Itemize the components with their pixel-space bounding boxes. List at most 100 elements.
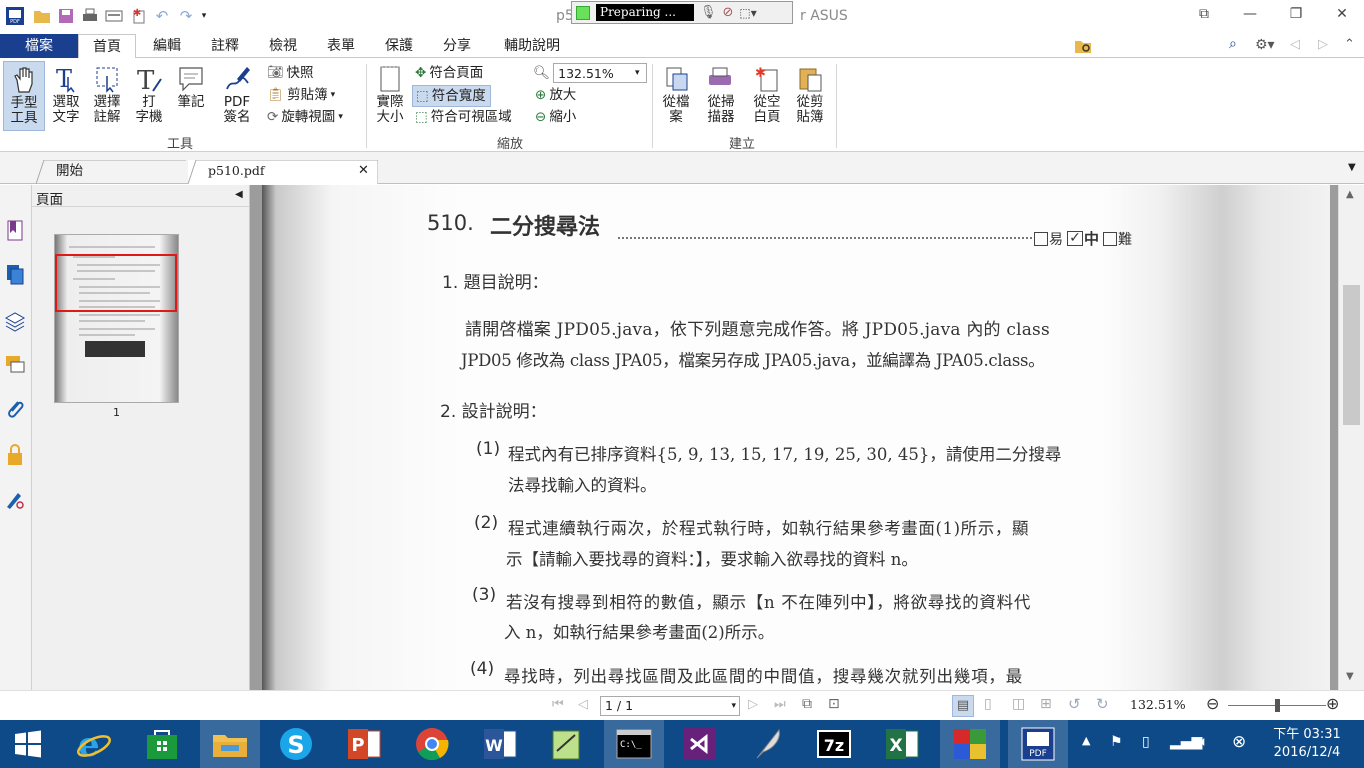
collapse-panel-icon[interactable]: ◀	[235, 189, 243, 200]
create-from-clipboard-button[interactable]: 從剪 貼簿	[790, 65, 830, 125]
restore-grid-icon[interactable]: ⧉	[1192, 6, 1216, 26]
security-lock-icon[interactable]	[4, 443, 26, 467]
winrar-icon[interactable]	[940, 720, 1000, 768]
layers-icon[interactable]	[4, 309, 26, 333]
comments-icon[interactable]	[4, 353, 26, 377]
cmd-icon[interactable]: C:\_	[604, 720, 664, 768]
action-center-flag-icon[interactable]: ⚑	[1110, 734, 1123, 750]
tab-view[interactable]: 檢視	[258, 34, 308, 58]
zoom-value[interactable]: 132.51%	[553, 63, 648, 83]
region-select-icon[interactable]: ⬚▾	[739, 6, 756, 20]
search-icon[interactable]: ⌕	[1229, 36, 1237, 52]
store-icon[interactable]	[134, 720, 190, 768]
zoom-slider[interactable]	[1228, 699, 1326, 712]
tab-form[interactable]: 表單	[316, 34, 366, 58]
rotate-right-icon[interactable]: ↻	[1096, 695, 1109, 713]
microphone-icon[interactable]: 🎙	[700, 5, 717, 20]
tab-document[interactable]: p510.pdf ✕	[188, 160, 378, 184]
excel-icon[interactable]: X	[874, 720, 930, 768]
hand-tool-button[interactable]: 手型 工具	[3, 61, 45, 131]
zoom-select[interactable]: 🔍︎ 132.51% ▾	[533, 63, 648, 83]
quick-access-dropdown-icon[interactable]: ▾	[198, 6, 210, 26]
pdf-sign-button[interactable]: PDF 簽名	[214, 65, 260, 125]
explorer-icon[interactable]	[200, 720, 260, 768]
skype-icon[interactable]: S	[268, 720, 324, 768]
settings-gear-icon[interactable]: ⚙▾	[1255, 37, 1275, 53]
camera-off-icon[interactable]: ⊘	[723, 5, 734, 20]
note-button[interactable]: 筆記	[172, 65, 210, 110]
tab-list-dropdown-icon[interactable]: ▼	[1348, 162, 1356, 173]
ie-icon[interactable]: e	[66, 720, 122, 768]
tab-start-page[interactable]: 開始	[36, 160, 186, 184]
last-page-icon[interactable]: ⏭	[774, 697, 786, 712]
ribbon-collapse-icon[interactable]: ⌃	[1344, 37, 1355, 52]
continuous-layout-icon[interactable]: ▯	[984, 696, 992, 712]
actual-size-button[interactable]: 實際 大小	[372, 65, 408, 125]
maximize-icon[interactable]: ❐	[1284, 6, 1308, 26]
quill-icon[interactable]	[740, 720, 796, 768]
signatures-icon[interactable]	[4, 487, 26, 511]
network-signal-icon[interactable]: ▂▄▆	[1170, 734, 1202, 750]
next-page-icon[interactable]: ▷	[748, 697, 758, 712]
pages-thumbnail-icon[interactable]	[4, 263, 26, 287]
redo-icon[interactable]: ↷	[176, 6, 196, 26]
search-next-icon[interactable]: ▷	[1318, 37, 1328, 52]
volume-icon[interactable]: 🔈︎	[1200, 734, 1208, 750]
facing-view-icon[interactable]: ⊡	[828, 696, 840, 712]
battery-icon[interactable]: ▯	[1142, 734, 1150, 750]
notepad-icon[interactable]	[538, 720, 594, 768]
select-annotation-button[interactable]: 選擇 註解	[89, 65, 125, 125]
open-folder-icon[interactable]	[33, 6, 51, 26]
chrome-icon[interactable]	[404, 720, 460, 768]
page-number-field[interactable]: 1 / 1 ▾	[600, 696, 740, 716]
create-from-file-button[interactable]: 從檔 案	[658, 65, 694, 125]
search-prev-icon[interactable]: ◁	[1290, 37, 1300, 52]
tab-home[interactable]: 首頁	[78, 34, 136, 59]
start-icon[interactable]	[0, 720, 56, 768]
tab-file[interactable]: 檔案	[0, 34, 78, 58]
powerpoint-icon[interactable]: P	[336, 720, 392, 768]
typewriter-button[interactable]: T 打 字機	[130, 65, 168, 125]
continuous-facing-icon[interactable]: ⊞	[1040, 696, 1052, 712]
fit-page-button[interactable]: ✥ 符合頁面	[415, 63, 483, 83]
minimize-icon[interactable]: —	[1238, 6, 1262, 26]
tab-share[interactable]: 分享	[432, 34, 482, 58]
clock[interactable]: 下午 03:31 2016/12/4	[1262, 726, 1352, 762]
zoom-in-button[interactable]: ⊕ 放大	[535, 85, 576, 105]
first-page-icon[interactable]: ⏮	[552, 697, 564, 712]
fit-visible-button[interactable]: ⬚ 符合可視區域	[415, 107, 512, 127]
7zip-icon[interactable]: 7z	[806, 720, 862, 768]
tab-edit[interactable]: 編輯	[142, 34, 192, 58]
pdf-reader-icon[interactable]: PDF	[1008, 720, 1068, 768]
undo-icon[interactable]: ↶	[152, 6, 172, 26]
bookmarks-icon[interactable]	[4, 219, 26, 243]
zoom-dropdown-icon[interactable]: ▾	[635, 63, 640, 83]
zoom-slider-thumb[interactable]	[1275, 699, 1280, 712]
tab-help[interactable]: 輔助說明	[494, 34, 570, 58]
select-text-button[interactable]: T 選取 文字	[48, 65, 84, 125]
show-hidden-icons[interactable]: ▲	[1082, 734, 1090, 747]
zoom-out-button[interactable]: ⊖ 縮小	[535, 107, 576, 127]
rotate-view-button[interactable]: ⟳ 旋轉視圖 ▾	[267, 107, 343, 127]
continuous-view-icon[interactable]: ⧉	[802, 696, 812, 712]
scroll-up-icon[interactable]: ▲	[1346, 189, 1354, 200]
scroll-down-icon[interactable]: ▼	[1346, 671, 1354, 682]
prev-page-icon[interactable]: ◁	[578, 697, 588, 712]
scrollbar-thumb[interactable]	[1343, 285, 1360, 425]
rotate-left-icon[interactable]: ↺	[1068, 695, 1081, 713]
create-from-scanner-button[interactable]: 從掃 描器	[700, 65, 742, 125]
save-icon[interactable]	[57, 6, 75, 26]
close-icon[interactable]: ✕	[1330, 6, 1354, 26]
status-zoom-out-icon[interactable]: ⊖	[1206, 694, 1219, 713]
document-viewer[interactable]: 510. 二分搜尋法 易 ✓ 中 難 1. 題目說明： 請開啓檔案 JPD05.j…	[250, 185, 1338, 690]
fit-width-button[interactable]: ⬚ 符合寬度	[412, 85, 491, 107]
print-icon[interactable]	[81, 6, 99, 26]
snapshot-button[interactable]: 📷︎ 快照	[267, 63, 314, 83]
new-blank-icon[interactable]: ✱	[129, 6, 147, 26]
vertical-scrollbar[interactable]: ▲ ▼	[1338, 185, 1364, 690]
status-zoom-in-icon[interactable]: ⊕	[1326, 694, 1339, 713]
facing-layout-icon[interactable]: ◫	[1012, 696, 1025, 712]
page-dropdown-icon[interactable]: ▾	[731, 697, 736, 715]
scan-icon[interactable]	[105, 6, 123, 26]
page-thumbnail[interactable]	[54, 234, 179, 403]
